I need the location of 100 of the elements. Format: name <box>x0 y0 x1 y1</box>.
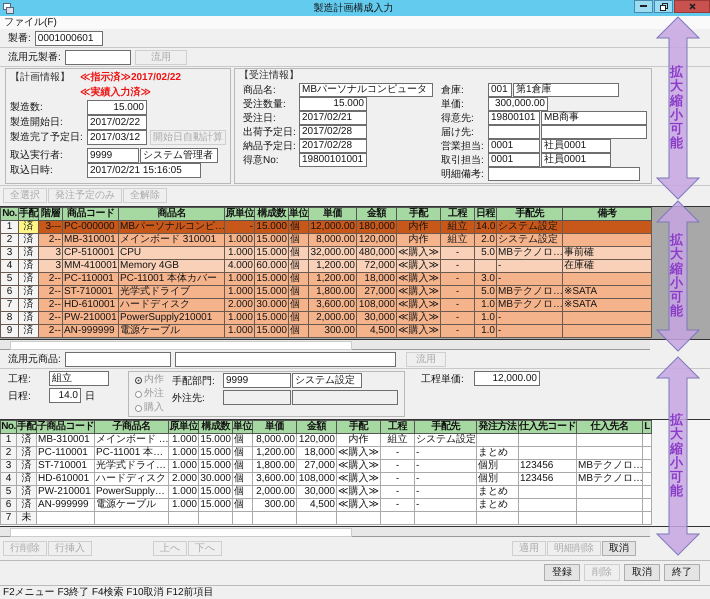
text-field[interactable]: 第1倉庫 <box>513 83 619 97</box>
horizontal-scrollbar[interactable] <box>0 527 650 537</box>
horizontal-scrollbar[interactable] <box>0 340 650 350</box>
text-field[interactable] <box>223 390 291 405</box>
text-field[interactable]: システム管理者 <box>140 148 218 162</box>
input-field[interactable]: 0001000601 <box>34 30 103 46</box>
text-field[interactable]: 19800101001 <box>299 153 367 167</box>
text-field[interactable]: 300,000.00 <box>488 97 548 111</box>
column-header[interactable]: 商品コード <box>62 208 118 220</box>
column-header[interactable]: 工程 <box>380 420 414 434</box>
column-header[interactable]: 単位 <box>232 420 252 434</box>
column-header[interactable]: 単位 <box>288 208 308 220</box>
column-header[interactable]: 単価 <box>252 420 296 434</box>
column-header[interactable]: 仕入先コード <box>518 420 576 434</box>
text-field[interactable]: 0001 <box>488 153 540 167</box>
column-header[interactable]: 原単位 <box>168 420 198 434</box>
text-field[interactable]: 2017/02/21 15:16:05 <box>87 162 201 178</box>
table-row[interactable]: 8 済 2-- PW-210001 PowerSupply210001 1.000 15.000 個 2,000.00 30,000 ≪購入≫ - 1.0 - <box>0 312 652 324</box>
text-field[interactable]: 0001 <box>488 139 540 153</box>
maximize-button[interactable] <box>654 0 673 13</box>
table-row[interactable]: 7 済 2-- HD-610001 ハードディスク 2.000 30.000 個 3,600.00 108,000 ≪購入≫ - 1.0 MBテクノロ…※SATA <box>0 298 652 312</box>
text-field[interactable]: 社員0001 <box>541 153 611 167</box>
column-header[interactable]: 手配 <box>18 208 38 220</box>
column-header[interactable]: 単価 <box>308 208 356 220</box>
table-cell: 3,600.00 <box>252 472 296 486</box>
field-label: 商品名: <box>243 84 277 97</box>
text-field[interactable]: 12,000.00 <box>474 371 540 386</box>
footer-button[interactable]: 終了 <box>664 564 700 581</box>
input-field[interactable] <box>64 352 171 366</box>
menu-item[interactable]: ファイル(F) <box>4 16 57 29</box>
text-field[interactable] <box>488 125 540 139</box>
table-cell: 1.000 <box>224 324 254 338</box>
column-header[interactable]: 手配 <box>396 208 440 220</box>
text-field[interactable]: 社員0001 <box>541 139 611 153</box>
column-header[interactable]: 構成数 <box>254 208 288 220</box>
text-field[interactable]: 2017/02/28 <box>299 139 367 153</box>
text-field[interactable]: システム設定 <box>292 373 362 388</box>
column-header[interactable]: 手配 <box>16 420 36 434</box>
field-label: 得意No: <box>243 154 280 167</box>
text-field[interactable]: 9999 <box>87 148 139 162</box>
text-field[interactable]: 001 <box>488 83 512 97</box>
column-header[interactable]: 子商品コード <box>36 420 94 434</box>
column-header[interactable]: 子商品名 <box>94 420 168 434</box>
footer-button[interactable]: 登録 <box>544 564 580 581</box>
column-header[interactable]: 手配先 <box>496 208 562 220</box>
table-row[interactable]: 4 済 3 MM-410001 Memory 4GB 4.000 60.000 個 1,200.00 72,000 ≪購入≫ - - 在庫確 <box>0 260 652 272</box>
column-header[interactable]: 階層 <box>38 208 62 220</box>
table-cell: 5 <box>0 486 16 498</box>
table-cell: MBテクノロ… <box>576 460 642 472</box>
column-header[interactable]: 商品名 <box>118 208 224 220</box>
input-field[interactable] <box>174 352 396 366</box>
table-cell: - <box>414 472 476 486</box>
text-field[interactable]: 組立 <box>49 371 109 386</box>
column-header[interactable]: 工程 <box>440 208 474 220</box>
text-field[interactable]: 2017/02/22 <box>87 114 147 130</box>
text-field[interactable]: MBパーソナルコンピュータ <box>299 83 433 97</box>
table-cell <box>380 512 414 524</box>
column-header[interactable]: 日程 <box>474 208 496 220</box>
table-cell: 電源ケーブル <box>118 324 224 338</box>
column-header[interactable]: 発注方法 <box>476 420 518 434</box>
text-field[interactable]: MB商事 <box>541 111 647 125</box>
text-field[interactable] <box>541 125 647 139</box>
close-button[interactable] <box>674 0 710 13</box>
table-cell: 6 <box>0 286 18 298</box>
table-row[interactable]: 9 済 2-- AN-999999 電源ケーブル 1.000 15.000 個 300.00 4,500 ≪購入≫ - 1.0 - <box>0 324 652 338</box>
text-field[interactable] <box>488 167 640 181</box>
table-cell: 27,000 <box>296 460 336 472</box>
table-cell: 30.000 <box>198 472 232 486</box>
table-row[interactable]: 5 済 2-- PC-110001 PC-11001 本体カバー 1.000 15.000 個 1,200.00 18,000 ≪購入≫ - 3.0 - <box>0 272 652 286</box>
text-field[interactable]: 2017/02/28 <box>299 125 367 139</box>
table-cell <box>576 434 642 446</box>
text-field[interactable]: 9999 <box>223 373 291 388</box>
detail-button[interactable]: 取消 <box>602 541 636 556</box>
text-field[interactable]: 15.000 <box>299 97 367 111</box>
column-header[interactable]: 手配 <box>336 420 380 434</box>
table-cell: 15.000 <box>254 324 288 338</box>
column-header[interactable]: 構成数 <box>198 420 232 434</box>
footer-button[interactable]: 取消 <box>624 564 660 581</box>
text-field[interactable]: 2017/02/21 <box>299 111 367 125</box>
column-header[interactable]: 手配先 <box>414 420 476 434</box>
column-header[interactable]: 金額 <box>296 420 336 434</box>
text-field[interactable]: 2017/03/12 <box>87 130 147 144</box>
input-field[interactable] <box>64 50 131 64</box>
column-header[interactable]: 原単位 <box>224 208 254 220</box>
field-label: 製造完了予定日: <box>10 130 84 144</box>
text-field[interactable]: 14.0 <box>49 388 81 403</box>
table-row[interactable]: 3 済 3 CP-510001 CPU 1.000 15.000 個 32,000.00 480,000 ≪購入≫ - 5.0 MBテクノロ…事前確 <box>0 246 652 260</box>
column-header[interactable]: 仕入先名 <box>576 420 642 434</box>
text-field[interactable] <box>292 390 398 405</box>
text-field[interactable]: 15.000 <box>87 100 147 114</box>
table-row[interactable]: 1 済 3--- PC-000000 MBパーソナルコンピ… - 15.000 個 12,000.00 180,000 内作 組立 14.0 システム設定 <box>0 220 652 234</box>
column-header[interactable]: No. <box>0 208 18 220</box>
table-cell: 組立 <box>380 434 414 446</box>
column-header[interactable]: No. <box>0 420 16 434</box>
minimize-button[interactable] <box>634 0 653 13</box>
table-row[interactable]: 2 済 2-- MB-310001 メインボード 310001 1.000 15.000 個 8,000.00 120,000 内作 組立 2.0 システム設定 <box>0 234 652 246</box>
column-header[interactable]: 金額 <box>356 208 396 220</box>
text-field[interactable]: 19800101 <box>488 111 540 125</box>
table-row[interactable]: 6 済 2-- ST-710001 光学式ドライブ 1.000 15.000 個 1,800.00 27,000 ≪購入≫ - 5.0 MBテクノロ…※SATA <box>0 286 652 298</box>
column-header[interactable]: 備考 <box>562 208 652 220</box>
